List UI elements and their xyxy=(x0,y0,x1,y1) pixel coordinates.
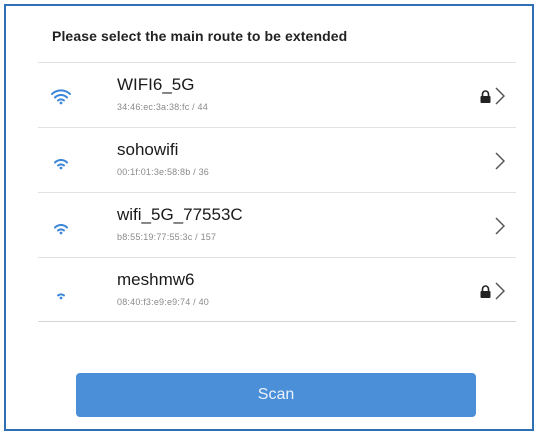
chevron-right-icon xyxy=(495,282,505,300)
network-detail: 34:46:ec:3a:38:fc / 44 xyxy=(117,102,208,112)
network-row-sohowifi[interactable]: sohowifi 00:1f:01:3e:58:8b / 36 xyxy=(38,127,516,192)
network-detail: b8:55:19:77:55:3c / 157 xyxy=(117,232,217,242)
network-list: WIFI6_5G 34:46:ec:3a:38:fc / 44 sohowifi… xyxy=(38,62,516,322)
chevron-right-icon xyxy=(495,87,505,105)
network-ssid: wifi_5G_77553C xyxy=(117,205,243,224)
wifi-signal-icon xyxy=(54,159,68,170)
wifi-signal-icon xyxy=(57,293,65,300)
network-row-meshmw6[interactable]: meshmw6 08:40:f3:e9:e9:74 / 40 xyxy=(38,257,516,322)
network-row-wifi-5g-77553c[interactable]: wifi_5G_77553C b8:55:19:77:55:3c / 157 xyxy=(38,192,516,257)
wifi-signal-icon xyxy=(51,89,71,105)
dialog-frame: Please select the main route to be exten… xyxy=(4,4,534,431)
chevron-right-icon xyxy=(495,152,505,170)
network-detail: 00:1f:01:3e:58:8b / 36 xyxy=(117,167,209,177)
network-ssid: meshmw6 xyxy=(117,270,195,289)
page-title: Please select the main route to be exten… xyxy=(52,28,348,44)
lock-icon xyxy=(480,90,491,103)
lock-icon xyxy=(480,285,491,298)
scan-button[interactable]: Scan xyxy=(76,373,476,417)
network-row-wifi6-5g[interactable]: WIFI6_5G 34:46:ec:3a:38:fc / 44 xyxy=(38,62,516,127)
wifi-signal-icon xyxy=(54,224,68,235)
chevron-right-icon xyxy=(495,217,505,235)
network-detail: 08:40:f3:e9:e9:74 / 40 xyxy=(117,297,209,307)
network-ssid: WIFI6_5G xyxy=(117,75,195,94)
network-ssid: sohowifi xyxy=(117,140,179,159)
